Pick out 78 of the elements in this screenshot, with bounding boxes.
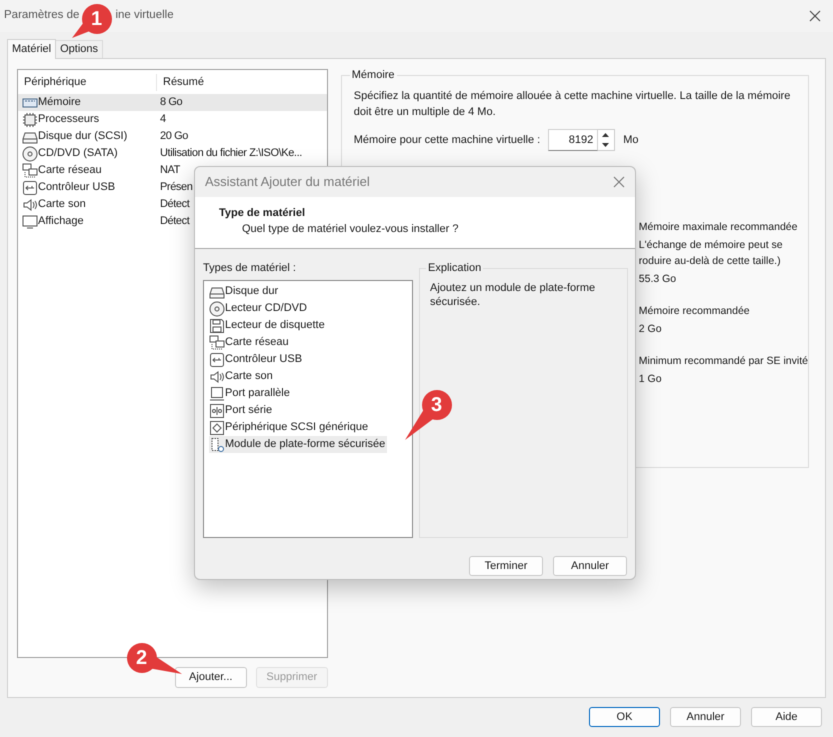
window-title: Paramètres de xyxy=(4,8,80,24)
memory-note: 55.3 Go xyxy=(638,272,676,287)
disc-icon xyxy=(209,300,225,316)
scsi-icon xyxy=(209,420,225,436)
device-name: Carte son xyxy=(38,197,87,212)
list-label: Types de matériel : xyxy=(203,261,297,275)
device-name: Disque dur (SCSI) xyxy=(38,129,128,144)
usb-icon xyxy=(22,180,38,196)
memory-description: Spécifiez la quantité de mémoire allouée à cette machine virtuelle. La taille de la mémoire doit être un multiple de 4 Mo. xyxy=(354,89,792,120)
dialog-button[interactable]: Annuler xyxy=(670,707,741,727)
speaker-icon xyxy=(209,368,225,384)
monitor-icon xyxy=(22,214,38,230)
dialog-subheading: Quel type de matériel voulez-vous installer ? xyxy=(241,222,460,237)
module-icon xyxy=(209,436,225,452)
serial-port-icon xyxy=(209,402,225,418)
dialog-button[interactable]: Aide xyxy=(751,707,822,727)
device-summary: Détect xyxy=(160,214,190,230)
explanation-text: Ajoutez un module de plate-forme sécurisée. xyxy=(430,281,596,309)
close-icon[interactable] xyxy=(613,176,625,188)
hardware-type-item[interactable]: Module de plate-forme sécurisée xyxy=(209,436,388,453)
device-row[interactable]: Processeurs 4 xyxy=(18,111,327,128)
chip-icon xyxy=(22,112,38,128)
device-summary: Détect xyxy=(160,197,190,212)
tab[interactable]: Options xyxy=(56,40,104,58)
usb-icon xyxy=(209,352,225,368)
memory-note: L'échange de mémoire peut se xyxy=(638,238,783,253)
hardware-type-item[interactable]: Périphérique SCSI générique xyxy=(209,419,370,436)
memory-input[interactable]: 8192 xyxy=(548,129,598,151)
device-summary: Utilisation du fichier Z:\ISO\Ke... xyxy=(160,146,302,162)
hardware-type-item[interactable]: Carte son xyxy=(209,368,275,385)
device-name: Affichage xyxy=(38,214,85,230)
close-icon[interactable] xyxy=(809,10,821,22)
device-name: Processeurs xyxy=(38,112,100,128)
device-row[interactable]: Mémoire 8 Go xyxy=(18,94,327,111)
hardware-type-item[interactable]: Port série xyxy=(209,402,274,419)
hardware-type-item[interactable]: Contrôleur USB xyxy=(209,351,304,368)
memory-note: 1 Go xyxy=(638,372,662,387)
device-summary: 8 Go xyxy=(160,95,182,110)
hardware-type-item[interactable]: Port parallèle xyxy=(209,385,292,402)
device-row[interactable]: Disque dur (SCSI) 20 Go xyxy=(18,128,327,145)
dialog-button[interactable]: Terminer xyxy=(469,556,543,576)
memory-note: roduire au-delà de cette taille.) xyxy=(638,254,781,269)
device-name: CD/DVD (SATA) xyxy=(38,146,119,162)
spin-control[interactable] xyxy=(598,129,616,151)
group-title: Explication xyxy=(426,261,484,275)
unit-label: Mo xyxy=(623,132,639,148)
hardware-type-item[interactable]: Lecteur de disquette xyxy=(209,317,327,334)
network-icon xyxy=(209,334,225,350)
dialog-button[interactable]: OK xyxy=(589,707,660,727)
dialog-title: Assistant Ajouter du matériel xyxy=(205,173,370,192)
disc-icon xyxy=(22,146,38,162)
memory-note: Mémoire recommandée xyxy=(638,304,750,319)
hardware-type-item[interactable]: Carte réseau xyxy=(209,334,291,351)
device-name: Carte réseau xyxy=(38,163,103,178)
window-title: ine virtuelle xyxy=(115,8,174,24)
device-summary: NAT xyxy=(160,163,180,178)
memory-note: 2 Go xyxy=(638,322,662,337)
memory-note: Minimum recommandé par SE invité xyxy=(638,354,808,369)
network-icon xyxy=(22,162,38,178)
memory-note: Mémoire maximale recommandée xyxy=(638,220,798,235)
device-button[interactable]: Ajouter... xyxy=(174,667,247,688)
tab[interactable]: Matériel xyxy=(7,39,56,59)
dialog-heading: Type de matériel xyxy=(219,206,306,221)
floppy-icon xyxy=(209,318,225,334)
hardware-type-item[interactable]: Lecteur CD/DVD xyxy=(209,300,309,317)
field-label: Mémoire pour cette machine virtuelle : xyxy=(354,132,540,148)
dialog-button[interactable]: Annuler xyxy=(553,556,627,576)
speaker-icon xyxy=(22,196,38,212)
device-name: Contrôleur USB xyxy=(38,180,116,196)
device-row[interactable]: CD/DVD (SATA) Utilisation du fichier Z:\ISO\Ke... xyxy=(18,145,327,162)
printer-port-icon xyxy=(209,386,225,402)
column-header[interactable]: Périphérique xyxy=(18,74,157,91)
column-header[interactable]: Résumé xyxy=(157,74,204,91)
device-name: Mémoire xyxy=(38,95,82,110)
hardware-type-item[interactable]: Disque dur xyxy=(209,283,280,300)
device-summary: 4 xyxy=(160,112,166,128)
device-summary: 20 Go xyxy=(160,129,188,144)
device-summary: Présen xyxy=(160,180,192,196)
